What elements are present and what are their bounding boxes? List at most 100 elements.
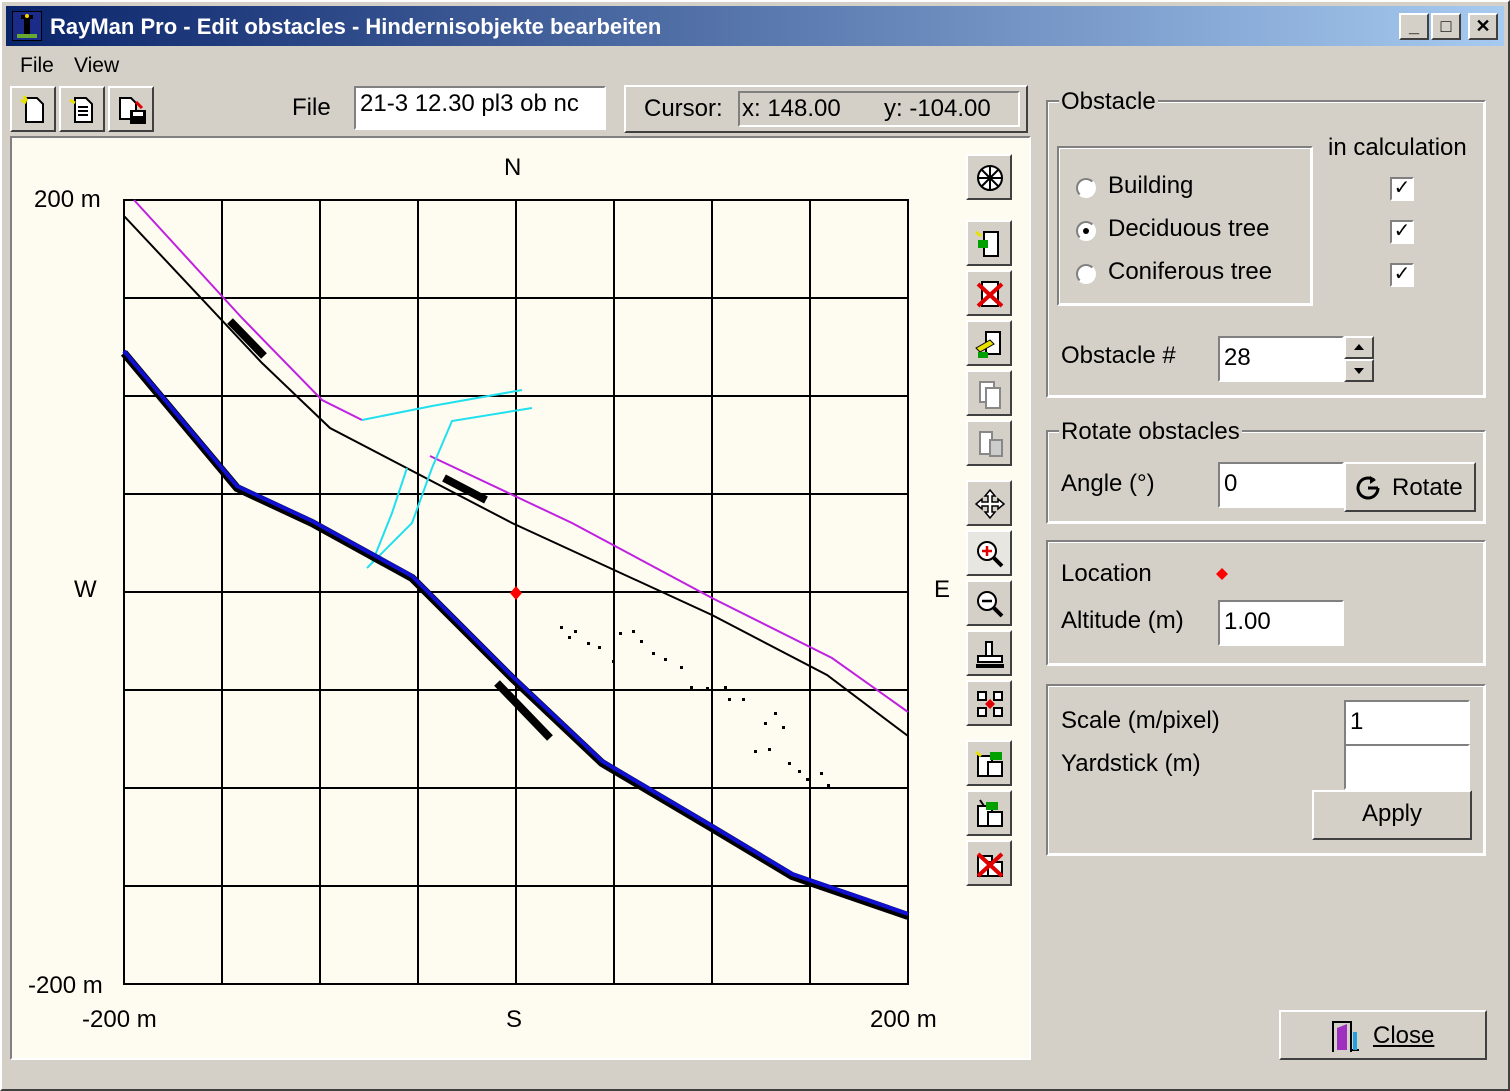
- rotate-icon: [1356, 476, 1380, 500]
- zoom-out-button[interactable]: [966, 580, 1012, 626]
- obstacle-number-down[interactable]: [1344, 359, 1374, 382]
- minimize-button[interactable]: _: [1399, 13, 1429, 40]
- zoom-in-button[interactable]: [966, 530, 1012, 576]
- compass-north: N: [504, 154, 522, 181]
- obstacle-map-canvas[interactable]: N S W E 200 m -200 m -200 m 200 m: [10, 136, 1031, 1060]
- close-button-label: Close: [1373, 1022, 1435, 1049]
- compass-south: S: [506, 1006, 523, 1033]
- close-button[interactable]: Close: [1279, 1010, 1487, 1060]
- location-marker[interactable]: [510, 586, 522, 600]
- zoom-in-icon: [977, 541, 1004, 568]
- level-icon: [976, 641, 1004, 668]
- deciduous-in-calc-checkbox[interactable]: ✓: [1390, 220, 1414, 244]
- cursor-x-value: x: 148.00: [742, 95, 841, 122]
- app-window: RayMan Pro - Edit obstacles - Hinderniso…: [0, 0, 1510, 1091]
- stream-line-cyan-3: [371, 467, 408, 564]
- in-calculation-label: in calculation: [1328, 134, 1467, 161]
- rotate-group-title: Rotate obstacles: [1059, 418, 1242, 446]
- edit-building-icon: [975, 331, 1001, 358]
- delete-building-icon: [976, 281, 1004, 308]
- building-in-calc-checkbox[interactable]: ✓: [1390, 177, 1414, 201]
- obstacle-number-input[interactable]: 28: [1218, 336, 1344, 382]
- stream-line-cyan-2: [366, 407, 533, 569]
- save-file-button[interactable]: [108, 86, 154, 132]
- cursor-readout-panel: Cursor: x: 148.00 y: -104.00: [624, 85, 1028, 133]
- move-arrows-icon: [974, 488, 1006, 520]
- menu-file[interactable]: File: [20, 54, 54, 78]
- rotate-button[interactable]: Rotate: [1344, 462, 1476, 512]
- window-title: RayMan Pro - Edit obstacles - Hinderniso…: [50, 14, 662, 39]
- cursor-coordinates-box: x: 148.00 y: -104.00: [738, 91, 1020, 127]
- delete-obstacle-button[interactable]: [966, 270, 1012, 316]
- set-altitude-button[interactable]: [966, 630, 1012, 676]
- copy-building-icon: [979, 381, 1001, 409]
- angle-input[interactable]: 0: [1218, 462, 1344, 508]
- axis-y-bottom-label: -200 m: [28, 972, 103, 999]
- cursor-y-value: y: -104.00: [884, 95, 991, 122]
- export-obstacles-button[interactable]: [966, 790, 1012, 836]
- maximize-button[interactable]: □: [1431, 13, 1461, 40]
- scale-label: Scale (m/pixel): [1061, 707, 1220, 734]
- copy-obstacle-button[interactable]: [966, 370, 1012, 416]
- axis-y-top-label: 200 m: [34, 186, 101, 213]
- save-icon: [119, 97, 146, 124]
- spin-down-icon: [1354, 368, 1364, 374]
- compass-view-button[interactable]: [966, 154, 1012, 200]
- apply-button[interactable]: Apply: [1312, 790, 1472, 840]
- set-location-button[interactable]: [966, 680, 1012, 726]
- compass-west: W: [74, 576, 97, 603]
- building-radio-label[interactable]: Building: [1108, 172, 1193, 200]
- stream-line-cyan-1: [361, 389, 523, 421]
- export-map-icon: [977, 799, 1003, 827]
- yardstick-label: Yardstick (m): [1061, 750, 1201, 777]
- spin-up-icon: [1354, 344, 1364, 350]
- menu-view[interactable]: View: [74, 54, 119, 78]
- exit-door-icon: [1332, 1021, 1359, 1052]
- axis-x-left-label: -200 m: [82, 1006, 157, 1033]
- location-marker-icon: [1216, 568, 1228, 580]
- new-document-icon: [20, 95, 44, 123]
- coniferous-in-calc-checkbox[interactable]: ✓: [1390, 263, 1414, 287]
- deciduous-tree-radio-label[interactable]: Deciduous tree: [1108, 215, 1269, 243]
- coniferous-tree-radio-label[interactable]: Coniferous tree: [1108, 258, 1272, 286]
- menu-bar: File View: [6, 48, 1504, 82]
- file-name-field[interactable]: 21-3 12.30 pl3 ob nc: [354, 86, 606, 130]
- add-building-icon: [975, 230, 999, 257]
- open-document-icon: [69, 97, 93, 123]
- boundary-line-magenta: [133, 199, 363, 421]
- axis-x-right-label: 200 m: [870, 1006, 937, 1033]
- paste-obstacle-button[interactable]: [966, 420, 1012, 466]
- obstacle-number-up[interactable]: [1344, 336, 1374, 359]
- location-target-icon: [977, 691, 1003, 717]
- file-label: File: [292, 94, 331, 121]
- title-bar: RayMan Pro - Edit obstacles - Hinderniso…: [6, 6, 1504, 46]
- altitude-input[interactable]: 1.00: [1218, 600, 1344, 646]
- cursor-label: Cursor:: [644, 95, 723, 122]
- move-view-button[interactable]: [966, 480, 1012, 526]
- deciduous-tree-radio[interactable]: [1076, 221, 1096, 241]
- compass-icon: [977, 165, 1003, 191]
- rotate-button-label: Rotate: [1392, 474, 1463, 501]
- yardstick-input[interactable]: [1344, 744, 1470, 790]
- edit-obstacle-button[interactable]: [966, 320, 1012, 366]
- altitude-label: Altitude (m): [1061, 607, 1184, 634]
- new-file-button[interactable]: [10, 86, 56, 132]
- paste-building-icon: [979, 431, 1003, 457]
- building-obstacles[interactable]: [227, 318, 553, 741]
- add-obstacle-button[interactable]: [966, 220, 1012, 266]
- building-radio[interactable]: [1076, 178, 1096, 198]
- rayman-app-icon: [12, 11, 42, 41]
- zoom-out-icon: [977, 591, 1004, 618]
- close-window-button[interactable]: ✕: [1468, 13, 1498, 40]
- delete-all-obstacles-button[interactable]: [966, 840, 1012, 886]
- coniferous-tree-radio[interactable]: [1076, 264, 1096, 284]
- scale-input[interactable]: 1: [1344, 700, 1470, 746]
- angle-label: Angle (°): [1061, 470, 1155, 497]
- compass-east: E: [934, 576, 951, 603]
- open-file-button[interactable]: [59, 86, 105, 132]
- import-map-icon: [975, 750, 1003, 777]
- import-obstacles-button[interactable]: [966, 740, 1012, 786]
- obstacle-group-title: Obstacle: [1059, 88, 1158, 116]
- obstacle-number-label: Obstacle #: [1061, 342, 1176, 369]
- delete-all-icon: [976, 852, 1004, 878]
